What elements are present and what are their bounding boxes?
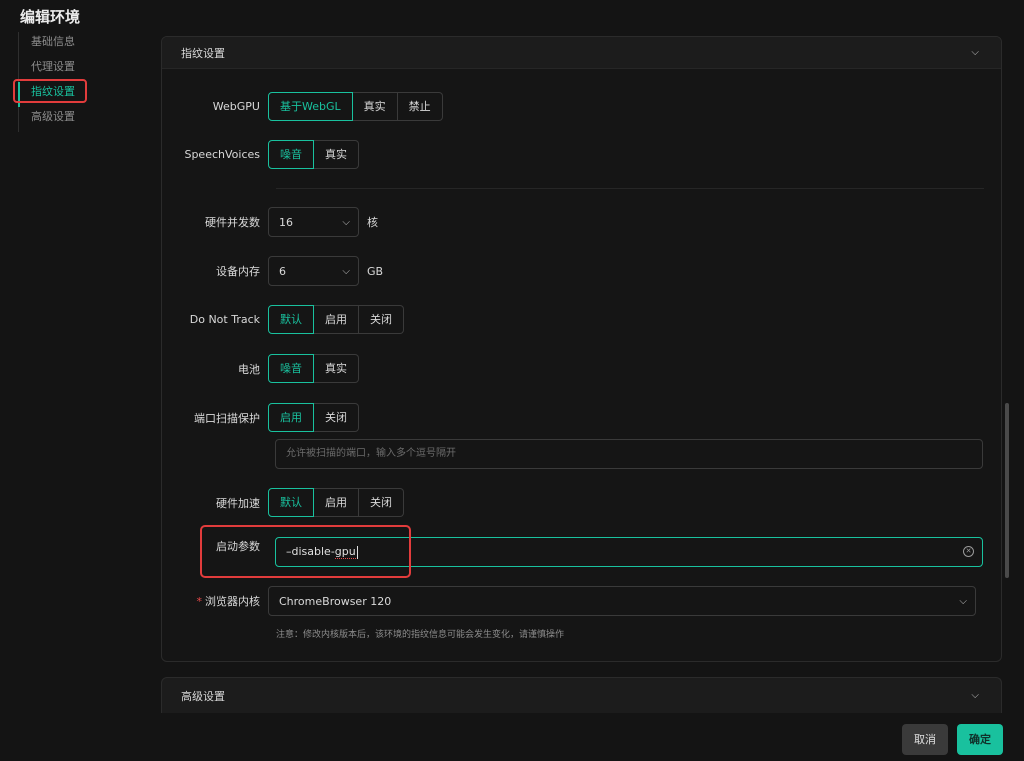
hw-accel-option-enable[interactable]: 启用 (314, 488, 359, 517)
kernel-label-text: 浏览器内核 (205, 595, 260, 608)
webgpu-segmented: 基于WebGL 真实 禁止 (268, 92, 443, 121)
memory-row: 设备内存 6 ⌵ GB (162, 256, 383, 286)
battery-label: 电池 (238, 362, 260, 376)
scrollbar-thumb[interactable] (1005, 403, 1009, 578)
memory-value: 6 (279, 264, 286, 278)
dnt-option-close[interactable]: 关闭 (359, 305, 404, 334)
chevron-down-icon[interactable]: ⌵ (971, 690, 979, 701)
chevron-down-icon[interactable]: ⌵ (971, 47, 979, 58)
concurrency-row: 硬件并发数 16 ⌵ 核 (162, 207, 378, 237)
chevron-down-icon: ⌵ (342, 216, 350, 228)
battery-option-real[interactable]: 真实 (314, 354, 359, 383)
speech-row: SpeechVoices 噪音 真实 (162, 140, 359, 169)
memory-select[interactable]: 6 ⌵ (268, 256, 359, 286)
port-whitelist-input[interactable]: 允许被扫描的端口，输入多个逗号隔开 (275, 439, 983, 469)
battery-row: 电池 噪音 真实 (162, 354, 359, 383)
nav-item-basic[interactable]: 基础信息 (18, 32, 98, 57)
nav-item-advanced[interactable]: 高级设置 (18, 107, 98, 132)
port-scan-segmented: 启用 关闭 (268, 403, 359, 432)
chevron-down-icon: ⌵ (959, 595, 967, 607)
memory-unit: GB (367, 264, 384, 278)
kernel-note: 注意：修改内核版本后，该环境的指纹信息可能会发生变化，请谨慎操作 (276, 630, 565, 640)
battery-segmented: 噪音 真实 (268, 354, 359, 383)
port-scan-option-close[interactable]: 关闭 (314, 403, 359, 432)
kernel-value: ChromeBrowser 120 (279, 594, 392, 608)
speech-option-noise[interactable]: 噪音 (268, 140, 314, 169)
footer-bar: 取消 确定 (0, 713, 1024, 761)
speech-option-real[interactable]: 真实 (314, 140, 359, 169)
hw-accel-segmented: 默认 启用 关闭 (268, 488, 404, 517)
hw-accel-option-default[interactable]: 默认 (268, 488, 314, 517)
kernel-label: * 浏览器内核 (162, 593, 268, 609)
nav-highlight-box (13, 79, 87, 103)
hw-accel-label: 硬件加速 (216, 496, 260, 510)
clear-icon[interactable]: ✕ (963, 546, 974, 557)
advanced-panel-title: 高级设置 (181, 689, 225, 703)
kernel-select[interactable]: ChromeBrowser 120 ⌵ (268, 586, 976, 616)
concurrency-unit: 核 (367, 216, 378, 229)
speech-segmented: 噪音 真实 (268, 140, 359, 169)
dnt-segmented: 默认 启用 关闭 (268, 305, 404, 334)
port-scan-row: 端口扫描保护 启用 关闭 (162, 403, 359, 432)
page-title: 编辑环境 (20, 8, 81, 26)
hw-accel-row: 硬件加速 默认 启用 关闭 (162, 488, 404, 517)
fingerprint-panel: 指纹设置 ⌵ WebGPU 基于WebGL 真实 禁止 SpeechVoices… (161, 36, 1002, 662)
concurrency-value: 16 (279, 215, 293, 229)
dnt-option-default[interactable]: 默认 (268, 305, 314, 334)
dnt-label: Do Not Track (189, 313, 260, 326)
webgpu-label: WebGPU (212, 100, 260, 113)
confirm-button[interactable]: 确定 (957, 724, 1003, 755)
concurrency-select[interactable]: 16 ⌵ (268, 207, 359, 237)
fingerprint-panel-header[interactable]: 指纹设置 ⌵ (162, 37, 1001, 69)
battery-option-noise[interactable]: 噪音 (268, 354, 314, 383)
dnt-row: Do Not Track 默认 启用 关闭 (162, 305, 404, 334)
section-divider (276, 188, 984, 189)
kernel-row: * 浏览器内核 ChromeBrowser 120 ⌵ (162, 586, 976, 616)
speech-label: SpeechVoices (184, 148, 260, 161)
panel-title: 指纹设置 (181, 46, 225, 60)
hw-accel-option-close[interactable]: 关闭 (359, 488, 404, 517)
concurrency-label: 硬件并发数 (205, 216, 260, 229)
webgpu-option-disable[interactable]: 禁止 (397, 92, 443, 121)
port-scan-label: 端口扫描保护 (194, 411, 260, 425)
required-mark: * (196, 595, 203, 608)
launch-args-highlight-box (200, 525, 411, 578)
webgpu-option-real[interactable]: 真实 (352, 92, 398, 121)
advanced-panel-header[interactable]: 高级设置 ⌵ (161, 677, 1002, 713)
chevron-down-icon: ⌵ (342, 265, 350, 277)
memory-label: 设备内存 (216, 265, 260, 278)
webgpu-option-webgl[interactable]: 基于WebGL (268, 92, 353, 121)
webgpu-row: WebGPU 基于WebGL 真实 禁止 (162, 92, 443, 121)
cancel-button[interactable]: 取消 (902, 724, 948, 755)
port-scan-option-enable[interactable]: 启用 (268, 403, 314, 432)
dnt-option-enable[interactable]: 启用 (314, 305, 359, 334)
